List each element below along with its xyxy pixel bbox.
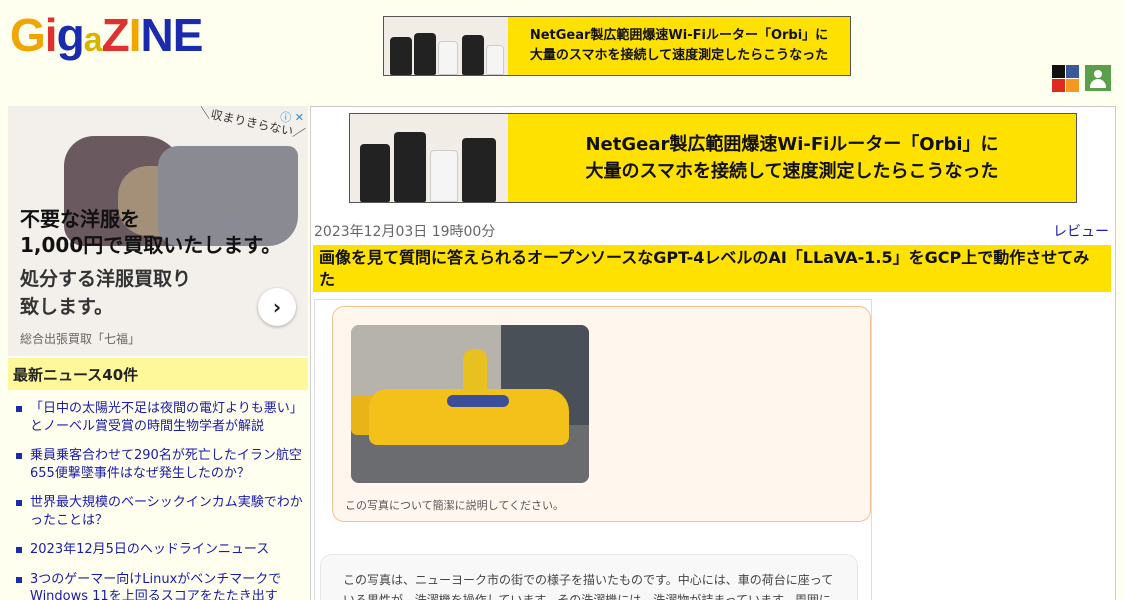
article-banner-line1: NetGear製広範囲爆速Wi-Fiルーター「Orbi」に — [585, 134, 999, 155]
article-meta: 2023年12月03日 19時00分 レビュー — [314, 221, 1109, 241]
sidebar: ＼収まりきらない／ ⓘ ✕ 不要な洋服を 1,000円で買取いたします。 処分す… — [8, 106, 308, 600]
prompt-text: この写真について簡潔に説明してください。 — [345, 499, 565, 512]
answer-card: この写真は、ニューヨーク市の街での様子を描いたものです。中心には、車の荷台に座っ… — [320, 554, 858, 600]
social-links — [1052, 65, 1079, 92]
adchoices-icon[interactable]: ⓘ ✕ — [280, 109, 304, 125]
logo-letter: g — [56, 9, 85, 61]
user-icon[interactable] — [1085, 65, 1111, 91]
ad-sponsor: 総合出張買取「七福」 — [20, 332, 141, 346]
logo-letter: a — [83, 21, 103, 59]
news-item[interactable]: 乗員乗客合わせて290名が死亡したイラン航空655便撃墜事件はなぜ発生したのか？ — [16, 447, 304, 482]
prompt-card: この写真について簡潔に説明してください。 — [332, 306, 871, 522]
facebook-icon[interactable] — [1066, 65, 1079, 78]
logo-letter: E — [172, 9, 204, 61]
article-figure: この写真について簡潔に説明してください。 この写真は、ニューヨーク市の街での様子… — [314, 299, 872, 600]
router-image — [384, 17, 508, 75]
category-link[interactable]: レビュー — [1053, 221, 1109, 241]
logo-letter: i — [44, 9, 58, 61]
logo-letter: N — [140, 9, 173, 61]
news-item[interactable]: 世界最大規模のベーシックインカム実験でわかったことは？ — [16, 494, 304, 529]
top-banner-line1: NetGear製広範囲爆速Wi-Fiルーター「Orbi」に — [529, 27, 829, 43]
news-heading: 最新ニュース40件 — [8, 356, 308, 390]
top-banner-line2: 大量のスマホを接続して速度測定したらこうなった — [529, 48, 829, 63]
logo-letter: Z — [101, 9, 130, 61]
ad-subheadline: 処分する洋服買取り 致します。 — [20, 268, 192, 318]
youtube-icon[interactable] — [1052, 79, 1065, 92]
news-item[interactable]: 「日中の太陽光不足は夜間の電灯よりも悪い」とノーベル賞受賞の時間生物学者が解説 — [16, 400, 304, 435]
article-banner-ad[interactable]: NetGear製広範囲爆速Wi-Fiルーター「Orbi」に 大量のスマホを接続し… — [349, 113, 1077, 203]
x-icon[interactable] — [1052, 65, 1065, 78]
logo-letter: G — [10, 9, 46, 61]
sidebar-ad[interactable]: ＼収まりきらない／ ⓘ ✕ 不要な洋服を 1,000円で買取いたします。 処分す… — [8, 106, 308, 356]
router-image — [350, 114, 508, 202]
logo-letter: I — [128, 9, 142, 61]
article: NetGear製広範囲爆速Wi-Fiルーター「Orbi」に 大量のスマホを接続し… — [310, 106, 1116, 600]
taxi-photo — [351, 325, 589, 483]
article-title[interactable]: 画像を見て質問に答えられるオープンソースなGPT-4レベルのAI「LLaVA-1… — [313, 245, 1111, 293]
news-item[interactable]: 2023年12月5日のヘッドラインニュース — [16, 541, 304, 559]
chevron-right-icon[interactable]: › — [258, 288, 296, 326]
article-banner-line2: 大量のスマホを接続して速度測定したらこうなった — [585, 161, 999, 182]
gigazine-logo[interactable]: GigaZINE — [10, 9, 204, 61]
news-list: 「日中の太陽光不足は夜間の電灯よりも悪い」とノーベル賞受賞の時間生物学者が解説 … — [8, 390, 308, 600]
ad-headline: 不要な洋服を 1,000円で買取いたします。 — [20, 207, 282, 257]
article-date: 2023年12月03日 19時00分 — [314, 224, 496, 240]
rss-icon[interactable] — [1066, 79, 1079, 92]
news-item[interactable]: 3つのゲーマー向けLinuxがベンチマークでWindows 11を上回るスコアを… — [16, 571, 304, 600]
top-banner-ad[interactable]: NetGear製広範囲爆速Wi-Fiルーター「Orbi」に 大量のスマホを接続し… — [383, 16, 851, 76]
